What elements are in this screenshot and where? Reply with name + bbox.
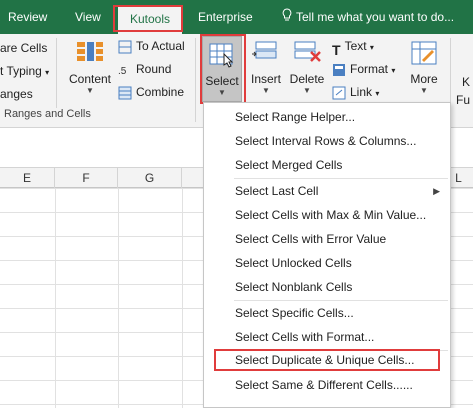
delete-icon (291, 38, 323, 70)
to-actual-label: To Actual (136, 39, 185, 53)
menu-item-highlight (214, 349, 440, 371)
column-header-g[interactable]: G (118, 168, 182, 188)
ribbon-separator (56, 38, 57, 108)
tab-enterprise[interactable]: Enterprise (198, 0, 253, 34)
delete-button[interactable]: Delete ▼ (288, 38, 326, 95)
format-label: Format (350, 62, 389, 76)
right-edge-fu[interactable]: Fu (456, 90, 470, 110)
right-edge-top-label: K (462, 75, 471, 89)
round-button[interactable]: .5 Round (118, 59, 171, 79)
combine-label: Combine (136, 85, 185, 99)
lightbulb-icon (282, 0, 292, 34)
menu-item-select-merged-cells[interactable]: Select Merged Cells (204, 153, 450, 177)
menu-item-select-unlocked-cells[interactable]: Select Unlocked Cells (204, 251, 450, 275)
tab-kutools-highlight (113, 5, 183, 32)
compare-cells-label: are Cells (0, 41, 48, 55)
to-actual-icon (118, 40, 132, 54)
ribbon-separator (195, 38, 196, 122)
text-label: Text (344, 39, 367, 53)
tab-view[interactable]: View (75, 0, 101, 34)
to-actual-button[interactable]: To Actual (118, 36, 185, 56)
insert-icon (250, 38, 282, 70)
content-icon (74, 38, 106, 70)
format-icon (332, 63, 346, 77)
round-label: Round (136, 62, 172, 76)
link-label: Link (350, 85, 373, 99)
format-button[interactable]: Format ▾ (332, 59, 395, 79)
link-icon (332, 86, 346, 100)
chevron-right-icon: ▶ (433, 186, 440, 196)
select-button-highlight (200, 34, 246, 104)
content-label: Content (68, 72, 112, 86)
ranges-and-cells-group-label: Ranges and Cells (4, 108, 91, 120)
menu-item-select-specific-cells[interactable]: Select Specific Cells... (204, 301, 450, 325)
ribbon-tab-bar: Review View Kutools Enterprise Tell me w… (0, 0, 473, 34)
menu-item-select-interval-rows-columns[interactable]: Select Interval Rows & Columns... (204, 129, 450, 153)
more-label: More (410, 72, 438, 86)
combine-icon (118, 86, 132, 100)
compare-cells-button[interactable]: are Cells (0, 38, 47, 58)
tab-review[interactable]: Review (8, 0, 47, 34)
menu-item-select-last-cell[interactable]: Select Last Cell ▶ (204, 179, 450, 203)
more-button[interactable]: More ▼ (404, 38, 444, 95)
prevent-typing-label: t Typing (0, 64, 42, 78)
combine-button[interactable]: Combine (118, 82, 184, 102)
ranges-label: anges (0, 87, 33, 101)
menu-item-select-max-min-value[interactable]: Select Cells with Max & Min Value... (204, 203, 450, 227)
column-header-f[interactable]: F (55, 168, 118, 188)
chevron-down-icon: ▼ (86, 86, 94, 95)
column-header-e[interactable]: E (0, 168, 55, 188)
more-icon (408, 38, 440, 70)
chevron-down-icon: ▼ (303, 86, 311, 95)
select-dropdown-menu: Select Range Helper... Select Interval R… (203, 102, 451, 408)
menu-item-select-error-value[interactable]: Select Cells with Error Value (204, 227, 450, 251)
link-button[interactable]: Link ▾ (332, 82, 379, 102)
menu-item-select-same-different-cells[interactable]: Select Same & Different Cells...... (204, 373, 450, 397)
ranges-button[interactable]: anges (0, 84, 33, 104)
text-icon: T (332, 41, 341, 58)
chevron-down-icon: ▼ (262, 86, 270, 95)
menu-item-label: Select Last Cell (235, 184, 319, 198)
insert-label: Insert (250, 72, 281, 86)
tell-me-search[interactable]: Tell me what you want to do... (282, 0, 454, 34)
menu-item-select-nonblank-cells[interactable]: Select Nonblank Cells (204, 275, 450, 299)
chevron-down-icon: ▼ (420, 86, 428, 95)
grid-line (55, 188, 56, 408)
content-button[interactable]: Content ▼ (66, 38, 114, 95)
delete-label: Delete (289, 72, 325, 86)
menu-item-select-range-helper[interactable]: Select Range Helper... (204, 105, 450, 129)
menu-item-select-cells-with-format[interactable]: Select Cells with Format... (204, 325, 450, 349)
text-button[interactable]: T Text ▾ (332, 36, 374, 58)
grid-line (118, 188, 119, 408)
prevent-typing-button[interactable]: t Typing ▾ (0, 61, 49, 81)
right-edge-bottom-label: Fu (456, 93, 471, 107)
svg-text:.5: .5 (118, 66, 127, 77)
round-icon: .5 (118, 63, 132, 77)
tell-me-text: Tell me what you want to do... (296, 10, 455, 24)
grid-line (182, 188, 183, 408)
insert-button[interactable]: Insert ▼ (248, 38, 284, 95)
right-edge-button[interactable]: K (462, 72, 470, 92)
